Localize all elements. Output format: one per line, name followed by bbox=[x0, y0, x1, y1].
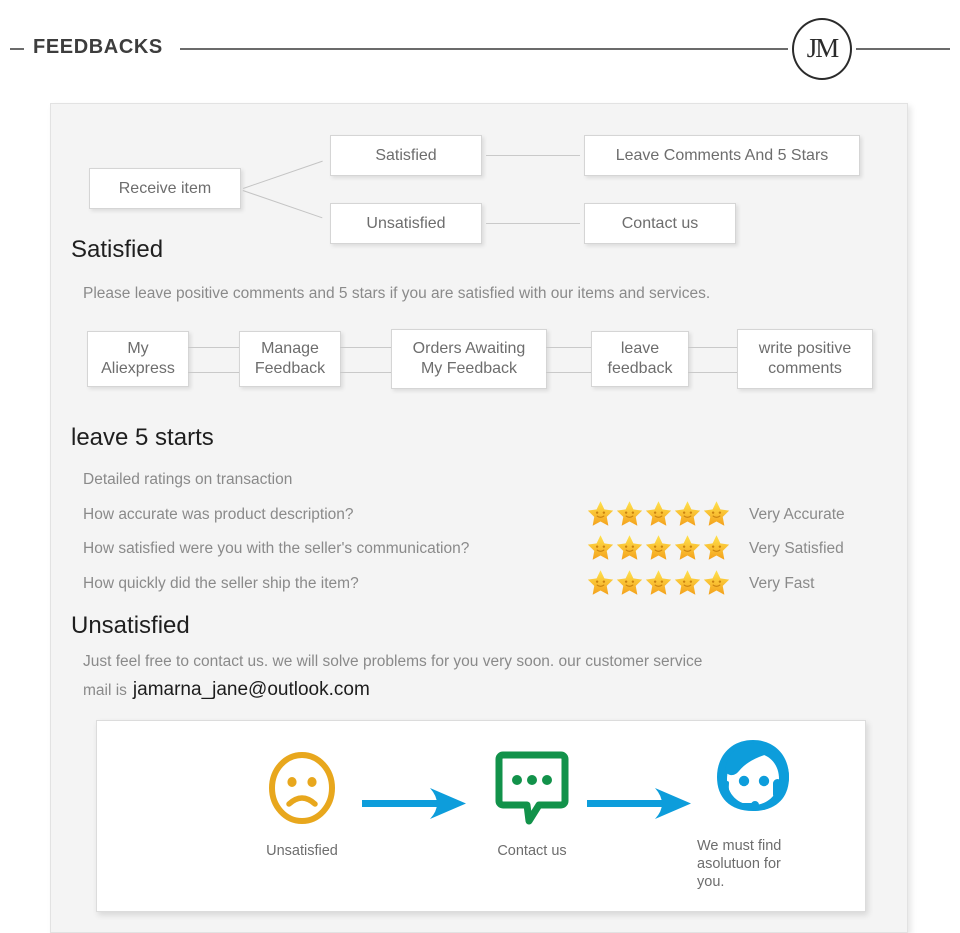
solution-caption-line2: asolutuon for bbox=[697, 856, 781, 873]
satisfied-paragraph: Please leave positive comments and 5 sta… bbox=[83, 285, 711, 302]
star-icon[interactable] bbox=[703, 534, 730, 561]
step-label-line1: Orders Awaiting bbox=[412, 340, 526, 357]
illustration-caption-solution: We must find asolutuon for you. bbox=[697, 837, 809, 891]
star-icon[interactable] bbox=[587, 569, 614, 596]
step-box-write-positive-comments: write positive comments bbox=[737, 329, 873, 389]
illustration-arrow-1 bbox=[362, 786, 467, 827]
unsatisfied-paragraph: Just feel free to contact us. we will so… bbox=[83, 653, 703, 670]
rating-stars-3[interactable] bbox=[587, 569, 730, 596]
sad-face-icon bbox=[269, 752, 335, 824]
star-icon[interactable] bbox=[645, 500, 672, 527]
star-icon[interactable] bbox=[587, 534, 614, 561]
contact-email-address[interactable]: jamarna_jane@outlook.com bbox=[133, 679, 370, 701]
speech-bubble-icon bbox=[495, 751, 569, 825]
flow-connector-unsatisfied bbox=[486, 223, 580, 224]
star-icon[interactable] bbox=[674, 569, 701, 596]
flow-box-receive-item: Receive item bbox=[89, 168, 241, 209]
illustration-arrow-2 bbox=[587, 786, 692, 827]
flow-connector-diagonal-down bbox=[242, 190, 323, 219]
step-connector-4a bbox=[688, 347, 738, 348]
flow-box-satisfied: Satisfied bbox=[330, 135, 482, 176]
heading-satisfied: Satisfied bbox=[71, 236, 164, 263]
illustration-step-unsatisfied: Unsatisfied bbox=[257, 749, 347, 860]
rating-label-3: Very Fast bbox=[749, 575, 815, 592]
illustration-step-solution: We must find asolutuon for you. bbox=[697, 737, 809, 891]
solution-caption-line1: We must find bbox=[697, 838, 782, 854]
contact-email-line: mail is jamarna_jane@outlook.com bbox=[83, 679, 370, 701]
step-box-leave-feedback: leave feedback bbox=[591, 331, 689, 387]
star-icon[interactable] bbox=[674, 534, 701, 561]
unsatisfied-illustration-panel: Unsatisfied Contact us We must find asol… bbox=[96, 720, 866, 912]
step-connector-2b bbox=[340, 372, 392, 373]
illustration-caption-contact-us: Contact us bbox=[497, 843, 567, 859]
step-box-orders-awaiting: Orders Awaiting My Feedback bbox=[391, 329, 547, 389]
step-label-line1: write positive bbox=[758, 340, 852, 357]
star-icon[interactable] bbox=[616, 534, 643, 561]
step-label-line2: Aliexpress bbox=[101, 360, 175, 377]
flow-box-unsatisfied: Unsatisfied bbox=[330, 203, 482, 244]
step-box-manage-feedback: Manage Feedback bbox=[239, 331, 341, 387]
feedback-panel: Receive item Satisfied Leave Comments An… bbox=[50, 103, 908, 933]
solution-caption-line3: you. bbox=[697, 874, 725, 891]
step-connector-3b bbox=[546, 372, 592, 373]
page-title: FEEDBACKS bbox=[33, 36, 163, 58]
rating-question-3: How quickly did the seller ship the item… bbox=[83, 575, 359, 592]
arrow-right-icon bbox=[587, 788, 691, 819]
header-dash-left bbox=[10, 48, 24, 50]
step-connector-1a bbox=[188, 347, 240, 348]
page-header: FEEDBACKS JM bbox=[0, 0, 960, 95]
ratings-subtitle: Detailed ratings on transaction bbox=[83, 471, 293, 488]
step-label-line2: comments bbox=[768, 360, 842, 377]
step-label-line2: My Feedback bbox=[420, 360, 518, 377]
step-connector-1b bbox=[188, 372, 240, 373]
step-label-line1: My bbox=[127, 340, 149, 357]
jm-monogram-logo: JM bbox=[792, 18, 852, 80]
star-icon[interactable] bbox=[674, 500, 701, 527]
star-icon[interactable] bbox=[645, 534, 672, 561]
rating-stars-2[interactable] bbox=[587, 534, 730, 561]
rating-label-1: Very Accurate bbox=[749, 506, 845, 523]
flow-box-leave-comments: Leave Comments And 5 Stars bbox=[584, 135, 860, 176]
logo-text: JM bbox=[806, 32, 839, 63]
star-icon[interactable] bbox=[703, 500, 730, 527]
email-prefix-label: mail is bbox=[83, 682, 127, 699]
rating-question-2: How satisfied were you with the seller's… bbox=[83, 540, 470, 557]
star-icon[interactable] bbox=[645, 569, 672, 596]
star-icon[interactable] bbox=[587, 500, 614, 527]
step-label-line2: feedback bbox=[607, 360, 673, 377]
illustration-step-contact-us: Contact us bbox=[482, 749, 582, 860]
rating-label-2: Very Satisfied bbox=[749, 540, 844, 557]
flow-connector-satisfied bbox=[486, 155, 580, 156]
heading-unsatisfied: Unsatisfied bbox=[71, 612, 190, 639]
star-icon[interactable] bbox=[616, 500, 643, 527]
arrow-right-icon bbox=[362, 788, 466, 819]
flow-box-contact-us: Contact us bbox=[584, 203, 736, 244]
step-connector-4b bbox=[688, 372, 738, 373]
star-icon[interactable] bbox=[703, 569, 730, 596]
rating-stars-1[interactable] bbox=[587, 500, 730, 527]
header-rule-middle bbox=[180, 48, 788, 50]
rating-question-1: How accurate was product description? bbox=[83, 506, 354, 523]
star-icon[interactable] bbox=[616, 569, 643, 596]
step-connector-2a bbox=[340, 347, 392, 348]
heading-leave-5-stars: leave 5 starts bbox=[71, 424, 214, 451]
step-label-line1: leave bbox=[620, 340, 660, 357]
step-label-line2: Feedback bbox=[254, 360, 326, 377]
flow-connector-diagonal-up bbox=[243, 160, 323, 189]
header-rule-right bbox=[856, 48, 950, 50]
illustration-caption-unsatisfied: Unsatisfied bbox=[266, 843, 338, 859]
step-label-line1: Manage bbox=[261, 340, 319, 357]
step-box-my-aliexpress: My Aliexpress bbox=[87, 331, 189, 387]
step-connector-3a bbox=[546, 347, 592, 348]
support-agent-icon bbox=[717, 740, 789, 811]
